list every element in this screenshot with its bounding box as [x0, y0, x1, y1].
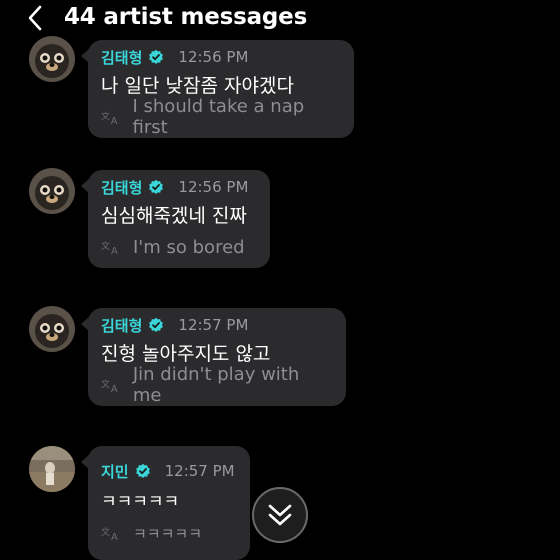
- message-translation: ㅋㅋㅋㅋㅋ: [133, 524, 203, 543]
- translate-icon: 文 A: [101, 240, 118, 255]
- sender-name: 김태형: [101, 178, 143, 197]
- avatar[interactable]: [29, 168, 75, 214]
- svg-text:文: 文: [101, 240, 110, 252]
- timestamp: 12:57 PM: [178, 316, 249, 334]
- message-bubble[interactable]: 지민 12:57 PM ㅋㅋㅋㅋㅋ 文 A ㅋㅋㅋㅋㅋ: [81, 446, 250, 560]
- message-bubble[interactable]: 김태형 12:57 PM 진형 놀아주지도 않고 文 A Jin didn't …: [81, 308, 346, 406]
- svg-text:文: 文: [101, 526, 110, 538]
- double-chevron-down-icon: [268, 504, 292, 526]
- avatar[interactable]: [29, 446, 75, 492]
- svg-text:A: A: [111, 116, 118, 125]
- message-bubble[interactable]: 김태형 12:56 PM 나 일단 낮잠좀 자야겠다 文 A I should …: [81, 40, 354, 138]
- verified-badge-icon: [149, 49, 164, 64]
- svg-text:文: 文: [101, 378, 110, 390]
- sender-name: 지민: [101, 462, 129, 481]
- verified-badge-icon: [149, 317, 164, 332]
- chat-screen: 김태형 12:56 PM 나 일단 낮잠좀 자야겠다 文 A I should …: [0, 0, 560, 560]
- verified-badge-icon: [149, 179, 164, 194]
- message-translation: I should take a nap first: [132, 96, 305, 138]
- back-button[interactable]: [22, 4, 48, 32]
- message-bubble[interactable]: 김태형 12:56 PM 심심해죽겠네 진짜 文 A I'm so bored: [81, 170, 270, 268]
- timestamp: 12:56 PM: [178, 178, 249, 196]
- header-bar: 44 artist messages: [0, 0, 560, 36]
- svg-text:A: A: [111, 384, 118, 393]
- sender-name: 김태형: [101, 316, 143, 335]
- message-text: 심심해죽겠네 진짜: [101, 205, 247, 227]
- sender-name: 김태형: [101, 48, 143, 67]
- chevron-left-icon: [28, 5, 42, 31]
- svg-text:文: 文: [101, 110, 110, 122]
- timestamp: 12:57 PM: [164, 462, 235, 480]
- message-translation: Jin didn't play with me: [132, 364, 300, 406]
- translate-icon: 文 A: [101, 526, 118, 541]
- avatar[interactable]: [29, 36, 75, 82]
- scroll-to-bottom-button[interactable]: [252, 487, 308, 543]
- avatar[interactable]: [29, 306, 75, 352]
- message-text: ㅋㅋㅋㅋㅋ: [101, 492, 180, 512]
- message-translation: I'm so bored: [133, 236, 245, 258]
- translate-icon: 文 A: [101, 110, 118, 125]
- svg-text:A: A: [111, 532, 118, 541]
- verified-badge-icon: [135, 463, 150, 478]
- translate-icon: 文 A: [101, 378, 118, 393]
- svg-text:A: A: [111, 246, 118, 255]
- page-title: 44 artist messages: [64, 4, 308, 30]
- timestamp: 12:56 PM: [178, 48, 249, 66]
